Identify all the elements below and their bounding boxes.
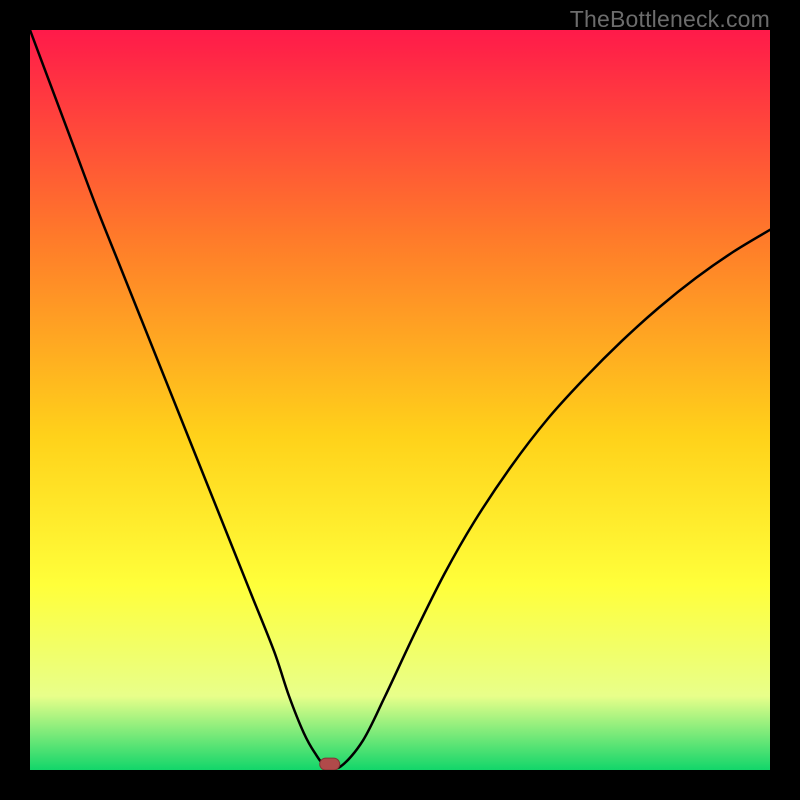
plot-area [30, 30, 770, 770]
watermark-text: TheBottleneck.com [570, 6, 770, 33]
bottleneck-chart [30, 30, 770, 770]
optimum-marker [320, 758, 340, 770]
gradient-background [30, 30, 770, 770]
chart-frame: TheBottleneck.com [0, 0, 800, 800]
